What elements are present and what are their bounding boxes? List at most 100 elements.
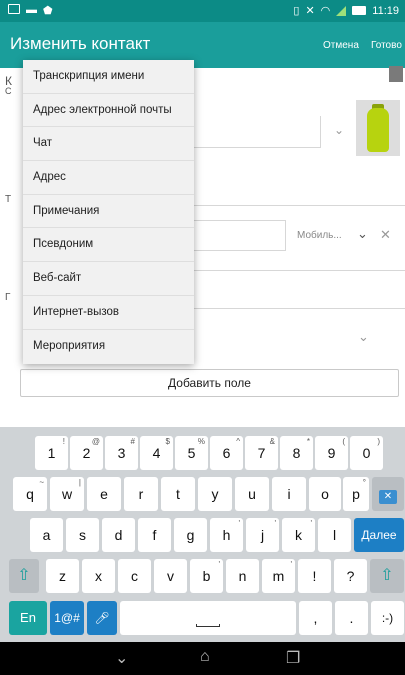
key-j[interactable]: j ' xyxy=(246,518,279,552)
space-bar[interactable] xyxy=(120,601,296,635)
shift-key-left[interactable]: ⇧ xyxy=(9,559,39,593)
recent-apps-icon[interactable]: ❐ xyxy=(286,648,300,668)
menu-item-internet-call[interactable]: Интернет-вызов xyxy=(23,296,194,330)
navigation-bar: ⌄ ⌂ ❐ xyxy=(0,642,405,675)
key-h[interactable]: h ' xyxy=(210,518,243,552)
key-c[interactable]: c xyxy=(118,559,151,593)
form-section-letter: Т xyxy=(5,194,12,205)
key-d[interactable]: d xyxy=(102,518,135,552)
key-v[interactable]: v xyxy=(154,559,187,593)
silent-icon: ✕ xyxy=(305,5,315,17)
key-exclamation[interactable]: ! xyxy=(298,559,331,593)
close-icon[interactable]: ✕ xyxy=(380,227,391,243)
key-f[interactable]: f xyxy=(138,518,171,552)
key-4[interactable]: 4 $ xyxy=(140,436,173,470)
key-5[interactable]: 5% xyxy=(175,436,208,470)
signal-icon xyxy=(336,5,347,16)
menu-item-nickname[interactable]: Псевдоним xyxy=(23,228,194,263)
name-field-edge xyxy=(320,116,321,148)
key-a[interactable]: a xyxy=(30,518,63,552)
backspace-button[interactable]: ✕ xyxy=(372,477,404,511)
wifi-icon: ◠ xyxy=(320,5,331,17)
phone-type-select[interactable]: Мобиль... xyxy=(297,230,342,241)
space-icon xyxy=(196,624,220,627)
menu-item-name-transcription[interactable]: Транскрипция имени xyxy=(23,60,194,94)
menu-item-notes[interactable]: Примечания xyxy=(23,195,194,229)
chevron-down-icon[interactable]: ⌄ xyxy=(358,329,369,345)
name-field-underline xyxy=(194,147,320,148)
chevron-down-icon[interactable]: ⌄ xyxy=(334,123,344,137)
symbols-button[interactable]: 1@# xyxy=(50,601,84,635)
key-o[interactable]: o xyxy=(309,477,341,511)
key-g[interactable]: g xyxy=(174,518,207,552)
shift-arrow-icon: ⇧ xyxy=(17,567,31,584)
add-field-button[interactable]: Добавить поле xyxy=(20,369,399,397)
key-p[interactable]: p ° xyxy=(343,477,369,511)
page-title: Изменить контакт xyxy=(10,34,151,53)
key-6[interactable]: 6 ^ xyxy=(210,436,243,470)
key-w[interactable]: w | xyxy=(50,477,84,511)
status-bar: ▬ ⬟ ▯ ✕ ◠ 11:19 xyxy=(0,0,405,22)
menu-item-email[interactable]: Адрес электронной почты xyxy=(23,94,194,128)
key-x[interactable]: x xyxy=(82,559,115,593)
key-n[interactable]: n xyxy=(226,559,259,593)
key-0[interactable]: 0) xyxy=(350,436,383,470)
key-y[interactable]: y xyxy=(198,477,232,511)
key-s[interactable]: s xyxy=(66,518,99,552)
bottle-shape xyxy=(367,108,389,152)
key-m[interactable]: m ' xyxy=(262,559,295,593)
chevron-down-icon[interactable]: ⌄ xyxy=(357,226,368,242)
menu-item-website[interactable]: Веб-сайт xyxy=(23,262,194,296)
key-3[interactable]: 3 # xyxy=(105,436,138,470)
key-9[interactable]: 9( xyxy=(315,436,348,470)
android-icon: ⬟ xyxy=(43,5,53,17)
menu-item-events[interactable]: Мероприятия xyxy=(23,330,194,364)
shift-arrow-icon: ⇧ xyxy=(380,567,394,584)
done-button[interactable]: Готово xyxy=(371,40,402,51)
add-field-dropdown: Транскрипция имени Адрес электронной поч… xyxy=(23,60,194,364)
key-t[interactable]: t xyxy=(161,477,195,511)
section-divider xyxy=(194,308,405,309)
home-icon[interactable]: ⌂ xyxy=(200,648,210,666)
battery-icon xyxy=(352,6,367,15)
phone-field-underline xyxy=(194,250,286,251)
hide-keyboard-icon[interactable]: ⌄ xyxy=(115,648,128,668)
key-k[interactable]: k ' xyxy=(282,518,315,552)
key-q[interactable]: q ~ xyxy=(13,477,47,511)
form-section-letter: С xyxy=(5,86,12,96)
key-comma[interactable]: , xyxy=(299,601,332,635)
messages-icon: ▬ xyxy=(26,4,37,16)
phone-field-edge xyxy=(285,220,286,251)
enter-button[interactable]: Далее xyxy=(354,518,404,552)
smiley-key[interactable]: :-) xyxy=(371,601,404,635)
language-switch-button[interactable]: En xyxy=(9,601,47,635)
key-2[interactable]: 2 @ xyxy=(70,436,103,470)
key-l[interactable]: l xyxy=(318,518,351,552)
menu-item-chat[interactable]: Чат xyxy=(23,127,194,162)
key-7[interactable]: 7 & xyxy=(245,436,278,470)
key-r[interactable]: r xyxy=(124,477,158,511)
backspace-icon: ✕ xyxy=(378,490,398,504)
menu-item-address[interactable]: Адрес xyxy=(23,161,194,195)
key-question[interactable]: ? xyxy=(334,559,367,593)
key-z[interactable]: z xyxy=(46,559,79,593)
key-8[interactable]: 8 * xyxy=(280,436,313,470)
key-period[interactable]: . xyxy=(335,601,368,635)
status-right-icons: ▯ ✕ ◠ 11:19 xyxy=(293,4,399,18)
section-divider xyxy=(194,205,405,206)
status-left-icons: ▬ ⬟ xyxy=(8,4,53,17)
notification-icon xyxy=(8,4,20,14)
key-e[interactable]: e xyxy=(87,477,121,511)
form-section-letter: Г xyxy=(5,292,11,303)
microphone-icon: 🎤︎ xyxy=(94,611,110,625)
contact-photo[interactable] xyxy=(356,100,400,156)
status-time: 11:19 xyxy=(372,4,399,17)
shift-key-right[interactable]: ⇧ xyxy=(370,559,404,593)
key-b[interactable]: b ' xyxy=(190,559,223,593)
key-1[interactable]: 1! xyxy=(35,436,68,470)
sim-icon: ▯ xyxy=(293,5,300,17)
key-u[interactable]: u xyxy=(235,477,269,511)
key-i[interactable]: i xyxy=(272,477,306,511)
cancel-button[interactable]: Отмена xyxy=(323,40,359,51)
voice-input-button[interactable]: 🎤︎ xyxy=(87,601,117,635)
